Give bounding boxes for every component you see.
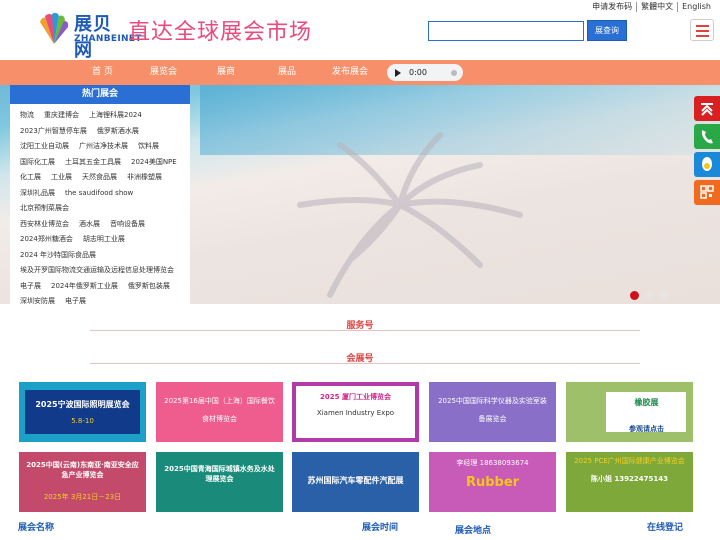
hot-expo-link[interactable]: 音响设备展 [110, 220, 145, 228]
expo-card[interactable]: 2025第16届中国（上海）国际餐饮食材博览会 [156, 382, 283, 442]
qq-penguin-icon [702, 157, 712, 171]
hot-expos-panel: 热门展会 物流 重庆建博会 上海锂科展2024 2023广州智慧停车展 俄罗斯酒水展 … [10, 85, 190, 305]
qq-button[interactable] [694, 152, 720, 177]
card-subtitle: 参观请点击 [629, 425, 664, 433]
hot-expo-link[interactable]: 工业展 [51, 173, 72, 181]
expo-card[interactable]: 2025 PCE广州国际健康产业博览会 陈小姐 13922475143 [566, 452, 693, 512]
nav-products[interactable]: 展品 [278, 60, 296, 85]
play-icon[interactable] [395, 68, 401, 77]
hot-expo-link[interactable]: 饮料展 [138, 142, 159, 150]
phone-button[interactable] [694, 124, 720, 149]
hot-expo-link[interactable]: 广州洁净技术展 [79, 142, 128, 150]
column-expo-name: 展会名称 [18, 523, 55, 533]
phone-icon [701, 130, 713, 144]
nav-exhibitions[interactable]: 展览会 [150, 60, 177, 85]
volume-dot-icon[interactable] [451, 70, 457, 76]
hot-expo-link[interactable]: 俄罗斯酒水展 [97, 127, 139, 135]
page: 申请发布码 繁體中文 English 展贝网 ZHANBEINET 直达全球展会… [0, 0, 720, 540]
card-title: 2025中国(云南)东南亚·南亚安全应急产业博览会 [26, 461, 139, 479]
card-title: 橡胶展 [634, 398, 659, 407]
search-button[interactable]: 展查询 [587, 20, 627, 41]
expo-card[interactable]: 2025中国国际科学仪器及实验室装备展览会 [429, 382, 556, 442]
card-subtitle: 5.8-10 [71, 417, 94, 425]
expo-card[interactable]: Rubber 李经理 18638093674 [429, 452, 556, 512]
hot-expo-link[interactable]: 2024美国NPE [131, 158, 177, 166]
card-title: 2025 PCE广州国际健康产业博览会 [574, 457, 685, 465]
hot-expo-link[interactable]: 非洲橡塑展 [127, 173, 162, 181]
expo-card[interactable]: 2025中国青海国际城镇水务及水处理展览会 [156, 452, 283, 512]
qrcode-button[interactable] [694, 180, 720, 205]
expo-card[interactable]: 2025 厦门工业博览会 Xiamen Industry Expo [292, 382, 419, 442]
hot-expo-link[interactable]: 土耳其五金工具展 [65, 158, 121, 166]
hot-expo-link[interactable]: 上海锂科展2024 [89, 111, 142, 119]
back-to-top-button[interactable] [694, 96, 720, 121]
card-title: 2025中国国际科学仪器及实验室装备展览会 [438, 397, 547, 423]
hot-expo-link[interactable]: 国际化工展 [20, 158, 55, 166]
main-nav: 首 页 展览会 展商 展品 发布展会 0:00 [0, 60, 720, 85]
card-title: 苏州国际汽车零配件汽配展 [307, 476, 404, 485]
card-subtitle: Xiamen Industry Expo [316, 409, 395, 417]
hot-expo-link[interactable]: 物流 [20, 111, 34, 119]
hot-expo-link[interactable]: 2024郑州糖酒会 [20, 235, 73, 243]
hot-expo-link[interactable]: 化工展 [20, 173, 41, 181]
card-title: 2025中国青海国际城镇水务及水处理展览会 [164, 465, 275, 483]
hot-expo-link[interactable]: 埃及开罗国际物流交通运输及远程信息处理博览会 [20, 266, 174, 274]
audio-player[interactable]: 0:00 [387, 64, 463, 81]
hot-expo-link[interactable]: 2024年俄罗斯工业展 [51, 282, 118, 290]
column-expo-place: 展会地点 [455, 526, 492, 536]
english-link[interactable]: English [677, 2, 715, 12]
hot-expo-link[interactable]: 电子展 [20, 282, 41, 290]
audio-time: 0:00 [409, 68, 427, 77]
expo-divider [90, 363, 640, 364]
nav-publish-expo[interactable]: 发布展会 [332, 60, 368, 85]
site-slogan: 直达全球展会市场 [128, 20, 313, 45]
slide-dot-1[interactable] [630, 291, 639, 300]
search-input[interactable] [428, 21, 584, 41]
hot-expo-link[interactable]: 西安林业博览会 [20, 220, 69, 228]
hot-expo-link[interactable]: 重庆建博会 [44, 111, 79, 119]
column-expo-time: 展会时间 [362, 523, 399, 533]
slide-dot-2[interactable] [645, 291, 654, 300]
arrow-up-icon [701, 103, 713, 116]
hot-expo-link[interactable]: 电子展 [65, 297, 86, 305]
hot-expo-link[interactable]: 2024 年沙特国际食品展 [20, 251, 96, 259]
hot-expo-link[interactable]: 2023广州智慧停车展 [20, 127, 87, 135]
card-subtitle: 李经理 18638093674 [456, 459, 529, 467]
expo-card[interactable]: 橡胶展 参观请点击 [566, 382, 693, 442]
traditional-chinese-link[interactable]: 繁體中文 [636, 2, 677, 12]
hot-expo-link[interactable]: 沈阳工业自动展 [20, 142, 69, 150]
site-logo[interactable]: 展贝网 ZHANBEINET [38, 10, 141, 61]
hot-expo-link[interactable]: 北京预制菜展会 [20, 204, 69, 212]
hot-expos-list: 物流 重庆建博会 上海锂科展2024 2023广州智慧停车展 俄罗斯酒水展 沈阳工业自… [10, 104, 190, 310]
expo-card[interactable]: 2025中国(云南)东南亚·南亚安全应急产业博览会 2025年 3月21日－23… [19, 452, 146, 512]
hot-expos-title: 热门展会 [10, 85, 190, 104]
online-register-link[interactable]: 在线登记 [647, 520, 683, 533]
nav-exhibitors[interactable]: 展商 [217, 60, 235, 85]
nav-home[interactable]: 首 页 [92, 60, 113, 85]
hot-expo-link[interactable]: the saudifood show [65, 189, 133, 197]
hot-expo-link[interactable]: 深圳安防展 [20, 297, 55, 305]
card-title: Rubber [465, 475, 520, 490]
qr-code-icon [700, 185, 714, 199]
card-title: 2025第16届中国（上海）国际餐饮食材博览会 [164, 397, 275, 423]
hot-expo-link[interactable]: 胡志明工业展 [83, 235, 125, 243]
expo-card[interactable]: 苏州国际汽车零配件汽配展 [292, 452, 419, 512]
card-subtitle: 2025年 3月21日－23日 [43, 493, 122, 501]
card-subtitle: 陈小姐 13922475143 [590, 475, 668, 483]
apply-publish-link[interactable]: 申请发布码 [588, 2, 636, 12]
service-divider [90, 330, 640, 331]
hot-expo-link[interactable]: 酒水展 [79, 220, 100, 228]
header: 申请发布码 繁體中文 English 展贝网 ZHANBEINET 直达全球展会… [0, 0, 720, 61]
hot-expo-link[interactable]: 天然食品展 [82, 173, 117, 181]
top-links: 申请发布码 繁體中文 English [588, 2, 715, 12]
hot-expo-link[interactable]: 深圳礼品展 [20, 189, 55, 197]
hamburger-menu-icon[interactable] [690, 19, 714, 41]
hot-expo-link[interactable]: 俄罗斯包装展 [128, 282, 170, 290]
slide-dot-3[interactable] [660, 291, 669, 300]
shell-logo-icon [40, 12, 69, 44]
expo-card[interactable]: 2025宁波国际照明展览会 5.8-10 [19, 382, 146, 442]
